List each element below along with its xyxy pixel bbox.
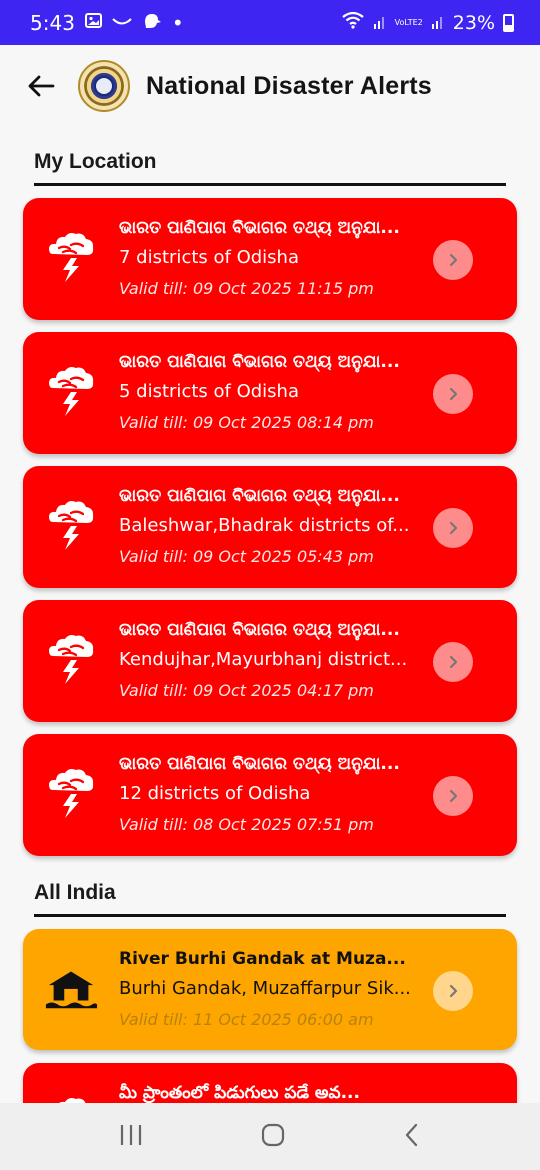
chevron-right-icon xyxy=(449,387,458,401)
recent-apps-icon xyxy=(120,1124,142,1145)
home-button[interactable] xyxy=(260,1122,286,1152)
alert-card[interactable]: River Burhi Gandak at Muza... Burhi Gand… xyxy=(23,929,517,1050)
alert-valid-till: Valid till: 09 Oct 2025 08:14 pm xyxy=(119,413,374,432)
alert-title: ଭାରତ ପାଣିପାଗ ବିଭାଗର ତଥ୍ୟ ଅନୁଯା... xyxy=(119,486,400,506)
alert-area: 7 districts of Odisha xyxy=(119,247,299,268)
section-divider xyxy=(34,183,506,186)
battery-icon xyxy=(503,13,514,32)
alert-area: Burhi Gandak, Muzaffarpur Sik... xyxy=(119,978,411,999)
flood-icon xyxy=(43,959,99,1015)
open-alert-button[interactable] xyxy=(433,508,473,548)
open-alert-button[interactable] xyxy=(433,776,473,816)
thunderstorm-icon xyxy=(43,764,99,820)
signal-1-icon xyxy=(373,12,387,34)
chevron-right-icon xyxy=(449,984,458,998)
alert-area: Kendujhar,Mayurbhanj district... xyxy=(119,649,408,670)
alert-title: ଭାରତ ପାଣିପାଗ ବିଭାଗର ତଥ୍ୟ ଅନୁଯା... xyxy=(119,352,400,372)
chevron-left-icon xyxy=(405,1123,418,1146)
chevron-right-icon xyxy=(449,521,458,535)
lte-label: VoLTE2 xyxy=(394,17,423,27)
thunderstorm-icon xyxy=(43,630,99,686)
chevron-right-icon xyxy=(449,789,458,803)
thunderstorm-icon xyxy=(43,362,99,418)
app-bar: National Disaster Alerts xyxy=(0,45,540,127)
open-alert-button[interactable] xyxy=(433,240,473,280)
battery-percent: 23% xyxy=(452,11,495,34)
system-nav-bar xyxy=(0,1103,540,1170)
home-icon xyxy=(261,1123,285,1146)
ndma-logo xyxy=(78,60,130,112)
notification-app-icon xyxy=(142,12,162,34)
status-bar: 5:43 • VoLTE2 23% xyxy=(0,0,540,45)
alert-area: 12 districts of Odisha xyxy=(119,783,311,804)
chevron-right-icon xyxy=(449,253,458,267)
section-divider xyxy=(34,914,506,917)
status-dot: • xyxy=(171,10,184,35)
alert-area: 5 districts of Odisha xyxy=(119,381,299,402)
alert-valid-till: Valid till: 11 Oct 2025 06:00 am xyxy=(119,1010,374,1029)
page-title: National Disaster Alerts xyxy=(146,71,432,100)
alert-title: River Burhi Gandak at Muza... xyxy=(119,949,406,969)
open-alert-button[interactable] xyxy=(433,971,473,1011)
arrow-left-icon xyxy=(28,75,55,97)
alert-title: ଭାରତ ପାଣିପାଗ ବିଭାଗର ତଥ୍ୟ ଅନୁଯା... xyxy=(119,754,400,774)
alert-card[interactable]: ଭାରତ ପାଣିପାଗ ବିଭାଗର ତଥ୍ୟ ଅନୁଯା... 12 dis… xyxy=(23,734,517,856)
wifi-icon xyxy=(341,11,365,34)
alert-title: ଭାରତ ପାଣିପାଗ ବିଭାଗର ତଥ୍ୟ ଅନୁଯା... xyxy=(119,620,400,640)
alert-card[interactable]: ଭାରତ ପାଣିପାଗ ବିଭାଗର ତଥ୍ୟ ଅନୁଯା... Kenduj… xyxy=(23,600,517,722)
missed-call-icon xyxy=(112,13,132,32)
section-header-all-india: All India xyxy=(34,881,116,904)
gallery-icon xyxy=(84,13,102,32)
recent-apps-button[interactable] xyxy=(118,1123,144,1151)
open-alert-button[interactable] xyxy=(433,642,473,682)
system-back-button[interactable] xyxy=(402,1122,422,1152)
back-button[interactable] xyxy=(24,69,58,103)
alert-valid-till: Valid till: 09 Oct 2025 04:17 pm xyxy=(119,681,374,700)
section-header-my-location: My Location xyxy=(34,150,157,173)
chevron-right-icon xyxy=(449,655,458,669)
alert-valid-till: Valid till: 09 Oct 2025 11:15 pm xyxy=(119,279,374,298)
alert-card[interactable]: ଭାରତ ପାଣିପାଗ ବିଭାଗର ତଥ୍ୟ ଅନୁଯା... 7 dist… xyxy=(23,198,517,320)
alert-title: ଭାରତ ପାଣିପାଗ ବିଭାଗର ତଥ୍ୟ ଅନୁଯା... xyxy=(119,218,400,238)
signal-2-icon xyxy=(431,12,445,34)
alert-card[interactable]: ଭାରତ ପାଣିପାଗ ବିଭାଗର ତଥ୍ୟ ଅନୁଯା... Balesh… xyxy=(23,466,517,588)
alert-valid-till: Valid till: 08 Oct 2025 07:51 pm xyxy=(119,815,374,834)
thunderstorm-icon xyxy=(43,228,99,284)
alert-valid-till: Valid till: 09 Oct 2025 05:43 pm xyxy=(119,547,374,566)
open-alert-button[interactable] xyxy=(433,374,473,414)
thunderstorm-icon xyxy=(43,496,99,552)
alert-card[interactable]: ଭାରତ ପାଣିପାଗ ବିଭାଗର ତଥ୍ୟ ଅନୁଯା... 5 dist… xyxy=(23,332,517,454)
alert-title: మీ ప్రాంతంలో పిడుగులు పడే అవ... xyxy=(119,1083,360,1103)
alert-area: Baleshwar,Bhadrak districts of... xyxy=(119,515,410,536)
status-time: 5:43 xyxy=(30,10,75,35)
